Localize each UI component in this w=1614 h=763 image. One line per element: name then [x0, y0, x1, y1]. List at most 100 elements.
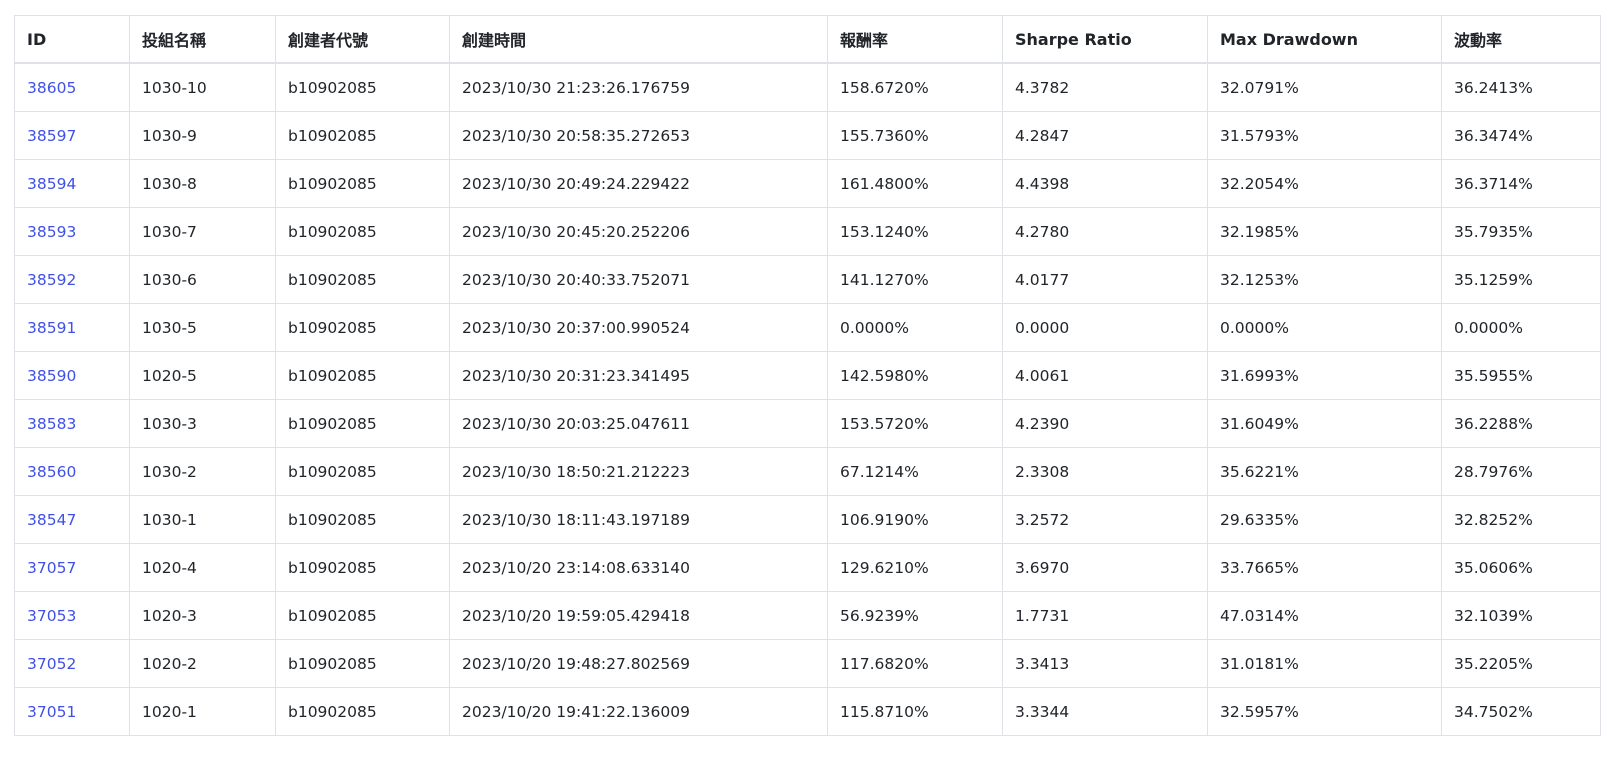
cell-id: 38560: [14, 447, 130, 496]
cell-return-rate: 141.1270%: [827, 255, 1003, 304]
cell-sharpe-ratio: 1.7731: [1002, 591, 1208, 640]
cell-max-drawdown: 31.0181%: [1207, 639, 1442, 688]
cell-created-time: 2023/10/20 19:48:27.802569: [449, 639, 828, 688]
portfolio-id-link[interactable]: 37053: [27, 607, 76, 625]
cell-portfolio-name: 1020-1: [129, 687, 276, 736]
portfolio-id-link[interactable]: 37057: [27, 559, 76, 577]
portfolio-id-link[interactable]: 38583: [27, 415, 76, 433]
cell-max-drawdown: 32.5957%: [1207, 687, 1442, 736]
table-row: 37057 1020-4 b10902085 2023/10/20 23:14:08.…: [14, 543, 1601, 592]
cell-sharpe-ratio: 3.2572: [1002, 495, 1208, 544]
cell-creator-code: b10902085: [275, 543, 450, 592]
cell-sharpe-ratio: 4.2847: [1002, 111, 1208, 160]
cell-volatility: 28.7976%: [1441, 447, 1601, 496]
portfolio-id-link[interactable]: 38593: [27, 223, 76, 241]
portfolio-id-link[interactable]: 38547: [27, 511, 76, 529]
portfolio-id-link[interactable]: 38597: [27, 127, 76, 145]
cell-portfolio-name: 1030-10: [129, 62, 276, 112]
header-sharpe-ratio: Sharpe Ratio: [1002, 15, 1208, 64]
cell-max-drawdown: 31.5793%: [1207, 111, 1442, 160]
cell-creator-code: b10902085: [275, 495, 450, 544]
cell-creator-code: b10902085: [275, 399, 450, 448]
cell-portfolio-name: 1030-1: [129, 495, 276, 544]
portfolio-id-link[interactable]: 38560: [27, 463, 76, 481]
cell-return-rate: 117.6820%: [827, 639, 1003, 688]
cell-return-rate: 161.4800%: [827, 159, 1003, 208]
cell-volatility: 35.7935%: [1441, 207, 1601, 256]
cell-max-drawdown: 31.6049%: [1207, 399, 1442, 448]
cell-max-drawdown: 0.0000%: [1207, 303, 1442, 352]
cell-created-time: 2023/10/30 20:40:33.752071: [449, 255, 828, 304]
table-row: 38605 1030-10 b10902085 2023/10/30 21:23:26…: [14, 62, 1601, 112]
cell-return-rate: 153.1240%: [827, 207, 1003, 256]
cell-max-drawdown: 32.2054%: [1207, 159, 1442, 208]
portfolio-id-link[interactable]: 38590: [27, 367, 76, 385]
cell-id: 37052: [14, 639, 130, 688]
cell-created-time: 2023/10/30 20:45:20.252206: [449, 207, 828, 256]
table-row: 37053 1020-3 b10902085 2023/10/20 19:59:05.…: [14, 591, 1601, 640]
portfolio-table: ID 投組名稱 創建者代號 創建時間 報酬率 Sharpe Ratio Max …: [14, 15, 1601, 736]
cell-return-rate: 153.5720%: [827, 399, 1003, 448]
table-row: 38597 1030-9 b10902085 2023/10/30 20:58:35.…: [14, 111, 1601, 160]
cell-creator-code: b10902085: [275, 447, 450, 496]
cell-sharpe-ratio: 4.0177: [1002, 255, 1208, 304]
cell-return-rate: 106.9190%: [827, 495, 1003, 544]
portfolio-id-link[interactable]: 38594: [27, 175, 76, 193]
cell-portfolio-name: 1030-2: [129, 447, 276, 496]
cell-portfolio-name: 1020-4: [129, 543, 276, 592]
cell-created-time: 2023/10/20 19:41:22.136009: [449, 687, 828, 736]
cell-max-drawdown: 31.6993%: [1207, 351, 1442, 400]
cell-max-drawdown: 47.0314%: [1207, 591, 1442, 640]
cell-volatility: 35.5955%: [1441, 351, 1601, 400]
cell-id: 38590: [14, 351, 130, 400]
portfolio-table-container: ID 投組名稱 創建者代號 創建時間 報酬率 Sharpe Ratio Max …: [14, 15, 1601, 736]
table-row: 38593 1030-7 b10902085 2023/10/30 20:45:20.…: [14, 207, 1601, 256]
cell-created-time: 2023/10/30 20:58:35.272653: [449, 111, 828, 160]
table-row: 38591 1030-5 b10902085 2023/10/30 20:37:00.…: [14, 303, 1601, 352]
cell-sharpe-ratio: 4.2780: [1002, 207, 1208, 256]
cell-created-time: 2023/10/30 18:50:21.212223: [449, 447, 828, 496]
portfolio-id-link[interactable]: 38591: [27, 319, 76, 337]
cell-return-rate: 56.9239%: [827, 591, 1003, 640]
cell-portfolio-name: 1020-3: [129, 591, 276, 640]
cell-portfolio-name: 1020-5: [129, 351, 276, 400]
cell-volatility: 35.2205%: [1441, 639, 1601, 688]
table-row: 38583 1030-3 b10902085 2023/10/30 20:03:25.…: [14, 399, 1601, 448]
cell-id: 38594: [14, 159, 130, 208]
table-row: 38590 1020-5 b10902085 2023/10/30 20:31:23.…: [14, 351, 1601, 400]
cell-max-drawdown: 32.1985%: [1207, 207, 1442, 256]
cell-creator-code: b10902085: [275, 62, 450, 112]
cell-volatility: 0.0000%: [1441, 303, 1601, 352]
cell-id: 38597: [14, 111, 130, 160]
cell-volatility: 36.3474%: [1441, 111, 1601, 160]
cell-sharpe-ratio: 0.0000: [1002, 303, 1208, 352]
portfolio-id-link[interactable]: 37052: [27, 655, 76, 673]
cell-sharpe-ratio: 3.3413: [1002, 639, 1208, 688]
header-created-time: 創建時間: [449, 15, 828, 64]
cell-created-time: 2023/10/30 20:31:23.341495: [449, 351, 828, 400]
cell-max-drawdown: 32.1253%: [1207, 255, 1442, 304]
cell-creator-code: b10902085: [275, 351, 450, 400]
cell-created-time: 2023/10/30 20:37:00.990524: [449, 303, 828, 352]
cell-id: 38591: [14, 303, 130, 352]
cell-volatility: 34.7502%: [1441, 687, 1601, 736]
cell-portfolio-name: 1030-7: [129, 207, 276, 256]
cell-max-drawdown: 33.7665%: [1207, 543, 1442, 592]
cell-max-drawdown: 29.6335%: [1207, 495, 1442, 544]
portfolio-id-link[interactable]: 37051: [27, 703, 76, 721]
header-creator-code: 創建者代號: [275, 15, 450, 64]
portfolio-id-link[interactable]: 38592: [27, 271, 76, 289]
header-max-drawdown: Max Drawdown: [1207, 15, 1442, 64]
cell-id: 37051: [14, 687, 130, 736]
cell-max-drawdown: 32.0791%: [1207, 62, 1442, 112]
cell-id: 37057: [14, 543, 130, 592]
table-row: 37051 1020-1 b10902085 2023/10/20 19:41:22.…: [14, 687, 1601, 736]
cell-volatility: 36.2288%: [1441, 399, 1601, 448]
cell-created-time: 2023/10/30 18:11:43.197189: [449, 495, 828, 544]
cell-volatility: 32.1039%: [1441, 591, 1601, 640]
cell-created-time: 2023/10/30 20:49:24.229422: [449, 159, 828, 208]
header-return-rate: 報酬率: [827, 15, 1003, 64]
portfolio-id-link[interactable]: 38605: [27, 79, 76, 97]
cell-volatility: 36.2413%: [1441, 62, 1601, 112]
cell-return-rate: 155.7360%: [827, 111, 1003, 160]
